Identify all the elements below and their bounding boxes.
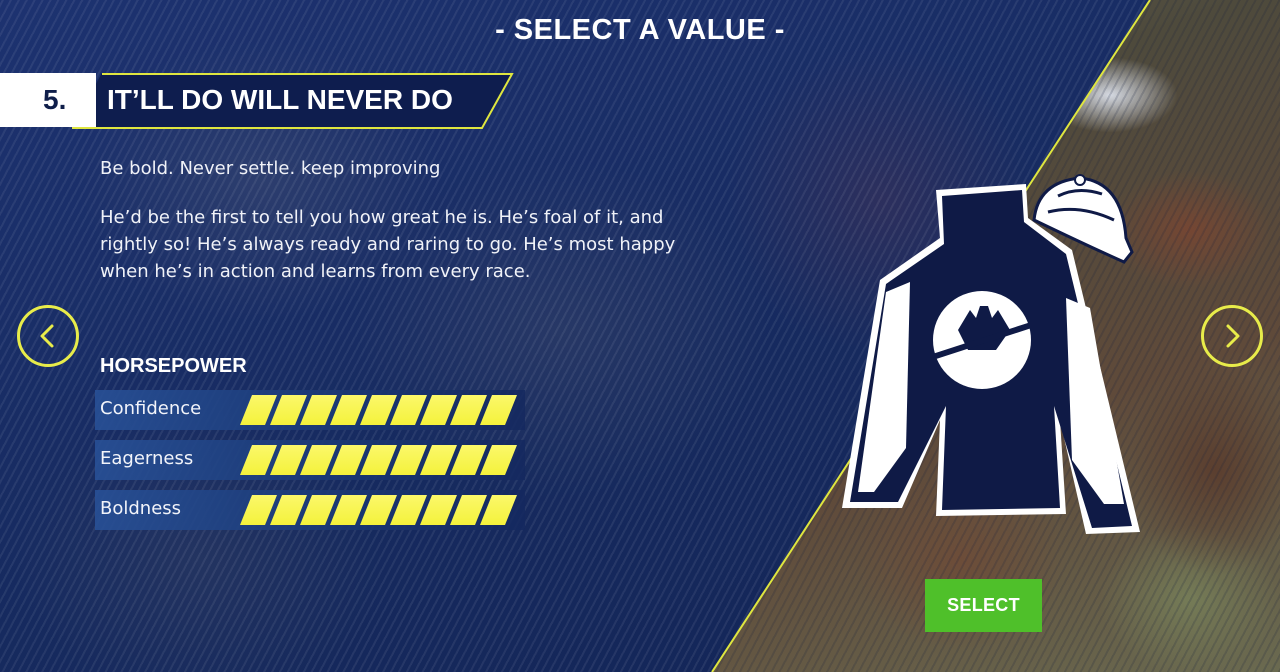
stat-segment	[420, 445, 457, 475]
stat-label: Boldness	[100, 498, 182, 519]
stat-segment	[360, 445, 397, 475]
stat-segment	[420, 395, 457, 425]
previous-button[interactable]	[17, 305, 79, 367]
stat-row-boldness: Boldness	[95, 490, 525, 530]
stat-segment	[480, 445, 517, 475]
value-description: He’d be the first to tell you how great …	[100, 207, 676, 282]
select-button[interactable]: SELECT	[925, 579, 1042, 632]
stat-row-confidence: Confidence	[95, 390, 525, 430]
jockey-silks-icon	[842, 174, 1140, 534]
chevron-right-icon	[1226, 324, 1240, 348]
stat-segment	[390, 395, 427, 425]
stat-label: Confidence	[100, 398, 202, 419]
stat-segment	[240, 445, 277, 475]
stat-segment	[450, 495, 487, 525]
value-motto: Be bold. Never settle. keep improving	[100, 158, 441, 179]
stat-segment	[240, 495, 277, 525]
stat-segment	[480, 495, 517, 525]
stat-segment	[300, 395, 337, 425]
stat-segment	[480, 395, 517, 425]
stat-segment	[240, 395, 277, 425]
stat-segment	[420, 495, 457, 525]
stat-level-bar	[240, 445, 517, 475]
stat-segment	[390, 495, 427, 525]
stat-segment	[330, 395, 367, 425]
next-button[interactable]	[1201, 305, 1263, 367]
stat-segment	[270, 445, 307, 475]
value-name: IT’LL DO WILL NEVER DO	[107, 84, 453, 115]
value-number: 5.	[0, 73, 96, 127]
stat-segment	[450, 395, 487, 425]
stat-segment	[390, 445, 427, 475]
stat-label: Eagerness	[100, 448, 194, 469]
game-screen: - SELECT A VALUE - 5. IT’LL DO WILL NEVE…	[0, 0, 1280, 672]
page-title: - SELECT A VALUE -	[495, 14, 785, 46]
stat-segment	[270, 395, 307, 425]
stat-segment	[300, 445, 337, 475]
stat-level-bar	[240, 495, 517, 525]
stat-level-bar	[240, 395, 517, 425]
stat-segment	[300, 495, 337, 525]
stat-segment	[330, 495, 367, 525]
horsepower-heading: HORSEPOWER	[100, 355, 247, 377]
stat-segment	[450, 445, 487, 475]
stat-row-eagerness: Eagerness	[95, 440, 525, 480]
stat-segment	[360, 495, 397, 525]
stat-segment	[270, 495, 307, 525]
stat-segment	[360, 395, 397, 425]
stat-segment	[330, 445, 367, 475]
chevron-left-icon	[40, 324, 54, 348]
